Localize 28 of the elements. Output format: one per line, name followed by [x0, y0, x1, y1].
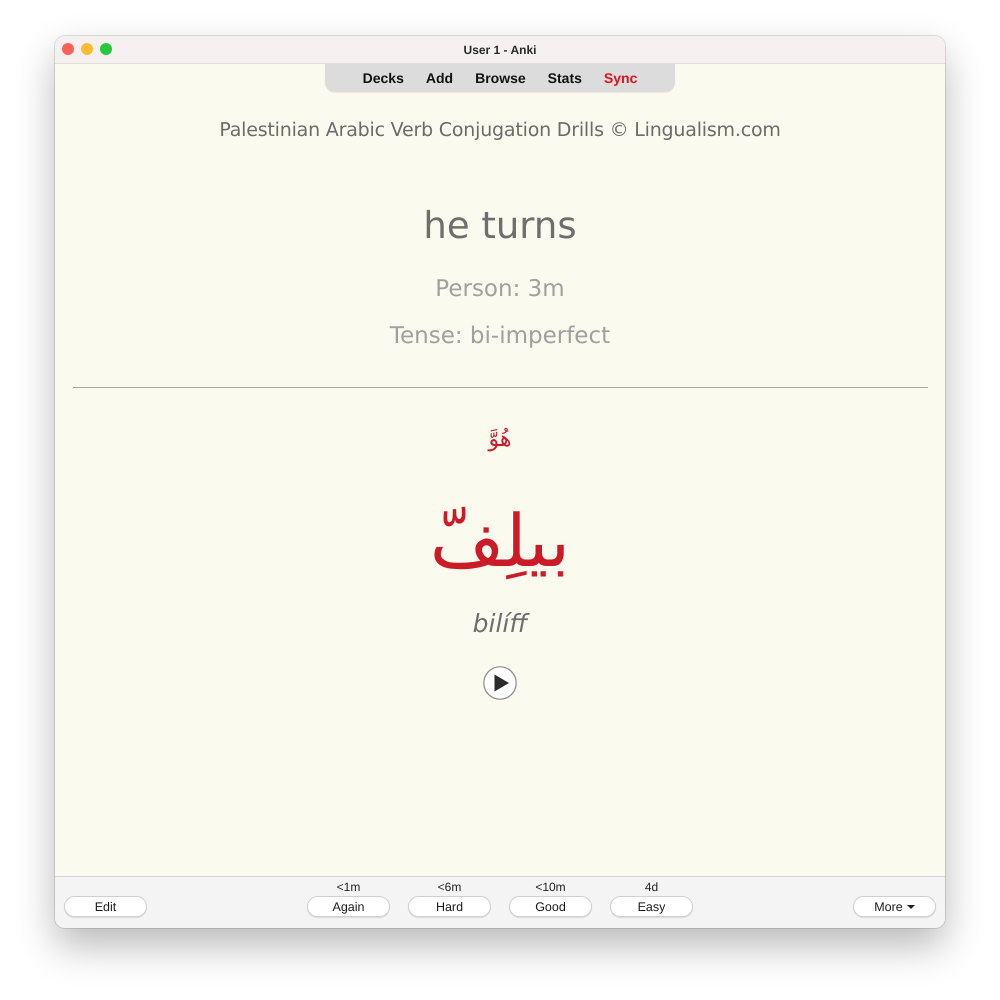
tense-text: Tense: bi-imperfect — [390, 323, 610, 349]
minimize-icon[interactable] — [81, 43, 93, 55]
toolbar-link[interactable]: Sync — [592, 70, 648, 86]
arabic-pronoun: هُوَّ — [488, 427, 512, 454]
prompt-text: he turns — [423, 204, 577, 247]
toolbar-link[interactable]: Browse — [464, 70, 537, 86]
close-icon[interactable] — [62, 43, 74, 55]
answer-button[interactable]: Good — [509, 896, 592, 917]
window-title: User 1 - Anki — [464, 42, 536, 56]
toolbar-link[interactable]: Add — [414, 70, 464, 86]
toolbar-link[interactable]: Stats — [536, 70, 593, 86]
answer-button[interactable]: Easy — [610, 896, 693, 917]
person-text: Person: 3m — [435, 276, 565, 302]
interval-label: 4d — [644, 880, 658, 894]
deck-title: Palestinian Arabic Verb Conjugation Drills © Lingualism.com — [219, 119, 781, 141]
arabic-verb: بيلِفّ — [430, 498, 570, 586]
transliteration-text: bilíff — [472, 608, 528, 638]
interval-label: <6m — [438, 880, 462, 894]
edit-button[interactable]: Edit — [64, 896, 147, 917]
interval-label: <1m — [336, 880, 360, 894]
interval-label: <10m — [535, 880, 566, 894]
play-icon[interactable] — [483, 666, 517, 700]
answer-button[interactable]: Hard — [408, 896, 491, 917]
more-button[interactable]: More — [853, 896, 936, 917]
toolbar-link[interactable]: Decks — [352, 70, 415, 86]
zoom-icon[interactable] — [100, 43, 112, 55]
caret-icon — [906, 904, 915, 908]
answer-button[interactable]: Again — [307, 896, 390, 917]
